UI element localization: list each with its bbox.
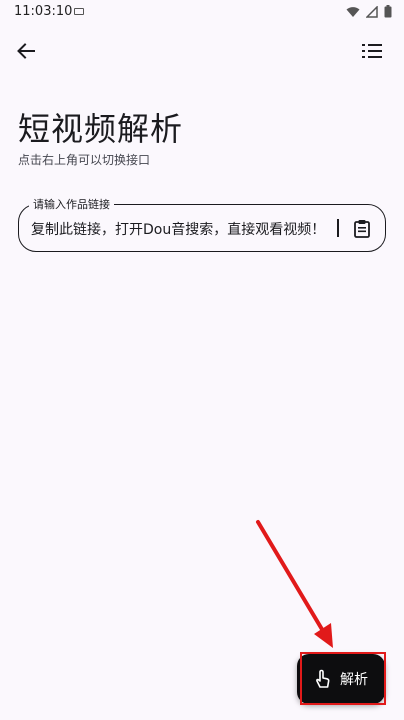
parse-button[interactable]: 解析 xyxy=(297,654,385,704)
parse-button-label: 解析 xyxy=(340,672,368,688)
annotation-arrow xyxy=(256,520,333,648)
hand-pointer-icon xyxy=(316,669,330,688)
